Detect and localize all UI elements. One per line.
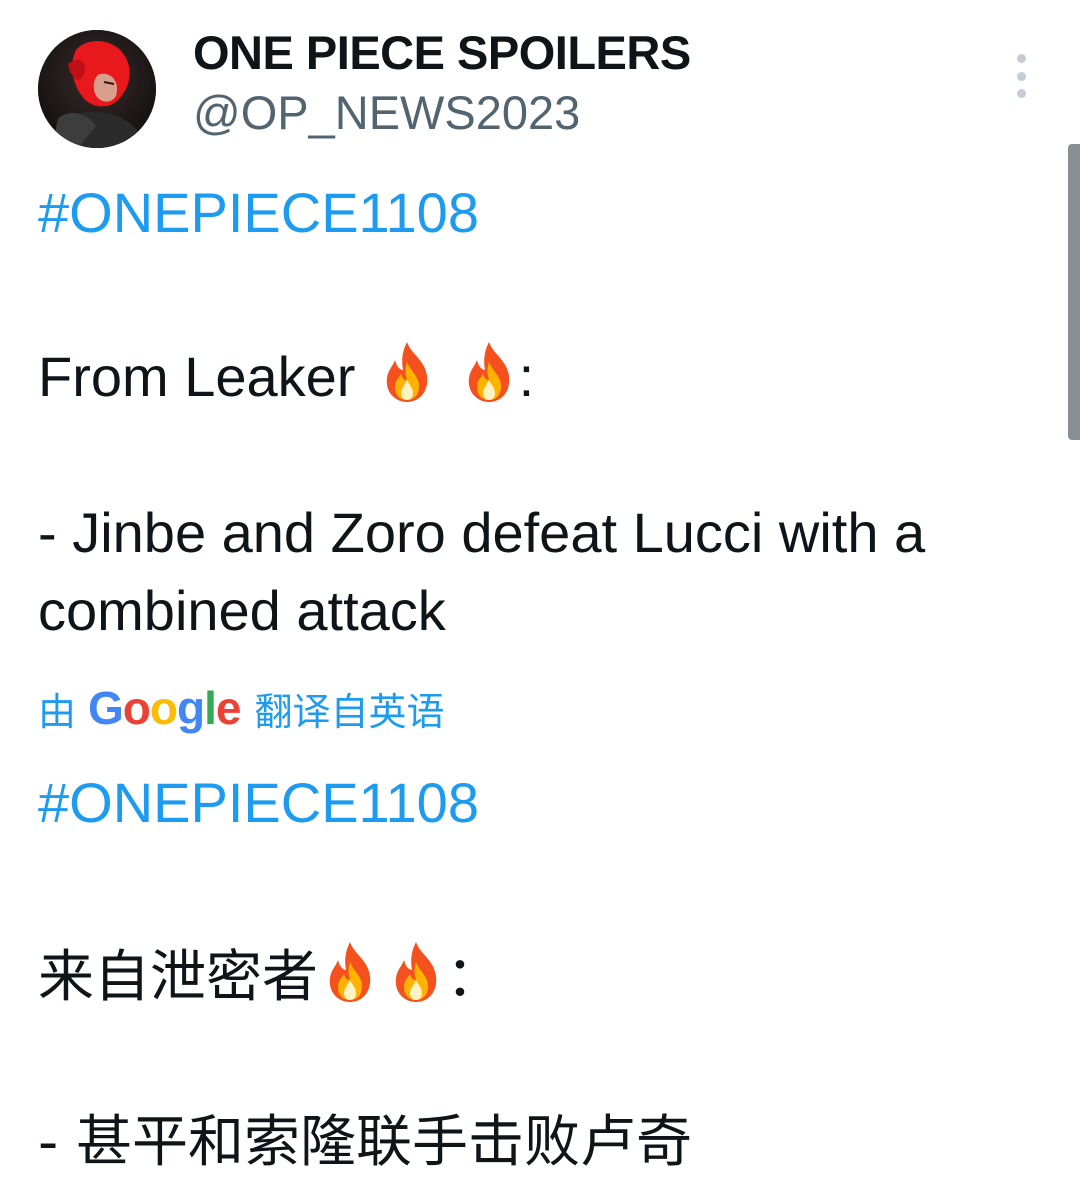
fire-emoji-icon xyxy=(459,340,519,418)
author-avatar[interactable] xyxy=(38,30,156,148)
tweet-body-line-1: - Jinbe and Zoro defeat Lucci with a xyxy=(38,501,926,564)
translated-hashtag-link[interactable]: #ONEPIECE1108 xyxy=(38,771,479,834)
translated-from-english-label: 翻译自英语 xyxy=(254,689,445,734)
translated-intro-text: 来自泄密者 xyxy=(38,945,318,1010)
tweet-detail-page: ONE PIECE SPOILERS @OP_NEWS2023 #ONEPIEC… xyxy=(0,0,1080,1188)
more-options-button[interactable] xyxy=(1004,54,1038,98)
translated-by-prefix: 由 xyxy=(38,689,77,734)
translated-intro-colon: ： xyxy=(446,945,502,1010)
scrollbar[interactable] xyxy=(1068,144,1080,440)
translated-hashtag-line: #ONEPIECE1108 xyxy=(38,770,479,836)
fire-emoji-icon xyxy=(386,940,446,1019)
intro-colon: : xyxy=(518,345,535,408)
avatar-image xyxy=(38,30,156,148)
tweet-intro-line: From Leaker : xyxy=(38,340,534,418)
tweet-hashtag-line: #ONEPIECE1108 xyxy=(38,180,479,246)
fire-emoji-icon xyxy=(320,940,380,1019)
author-name[interactable]: ONE PIECE SPOILERS xyxy=(193,26,691,80)
vertical-ellipsis-icon xyxy=(1016,54,1026,63)
translated-intro-line: 来自泄密者 ： xyxy=(38,940,502,1019)
hashtag-link[interactable]: #ONEPIECE1108 xyxy=(38,181,479,244)
intro-text: From Leaker xyxy=(38,345,356,408)
google-logo: Google xyxy=(88,682,241,734)
translated-body-line-1: - 甚平和索隆联手击败卢奇 xyxy=(38,1110,693,1175)
author-handle[interactable]: @OP_NEWS2023 xyxy=(193,86,580,140)
fire-emoji-icon xyxy=(377,340,437,418)
tweet-body-line-2: combined attack xyxy=(38,579,446,642)
translated-by-google-link[interactable]: 由 Google 翻译自英语 xyxy=(38,680,445,736)
